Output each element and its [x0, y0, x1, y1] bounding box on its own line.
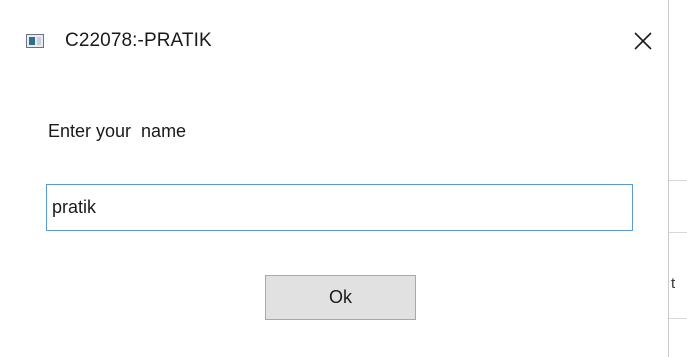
window-title: C22078:-PRATIK [65, 30, 212, 51]
background-divider [669, 180, 687, 181]
name-input[interactable] [46, 184, 633, 231]
background-window-edge: t [668, 0, 687, 357]
background-divider [669, 232, 687, 233]
close-icon [634, 32, 652, 50]
background-partial-text: t [671, 275, 676, 292]
ok-button[interactable]: Ok [265, 275, 416, 320]
input-dialog: C22078:-PRATIK Enter your name Ok [0, 0, 668, 357]
name-prompt-label: Enter your name [48, 121, 187, 141]
close-button[interactable] [628, 26, 658, 56]
title-bar[interactable]: C22078:-PRATIK [0, 0, 668, 80]
application-window-icon [26, 34, 44, 48]
background-divider [669, 318, 687, 319]
